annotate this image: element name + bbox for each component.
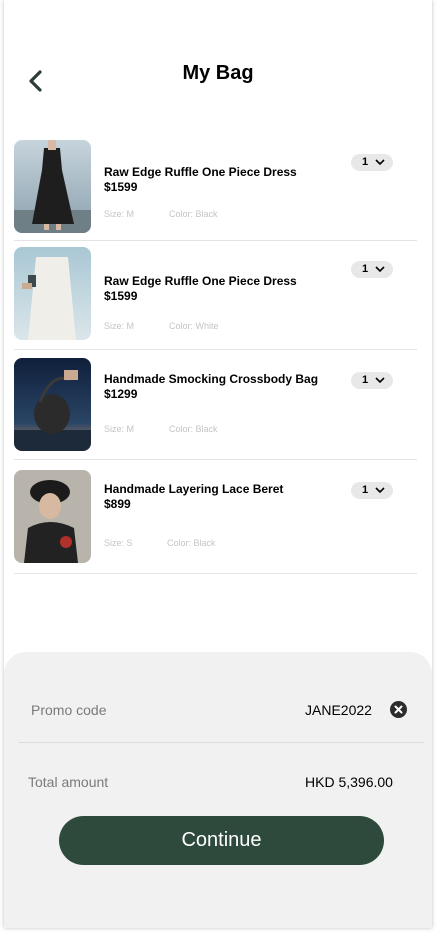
quantity-value: 1 (362, 156, 369, 168)
cart-list: Raw Edge Ruffle One Piece Dress $1599 Si… (14, 138, 417, 574)
chevron-down-icon (375, 377, 385, 384)
quantity-selector[interactable]: 1 (351, 372, 393, 389)
total-amount-label: Total amount (28, 774, 109, 790)
cart-item: Raw Edge Ruffle One Piece Dress $1599 Si… (14, 241, 417, 350)
page-title: My Bag (182, 62, 254, 84)
total-amount-value: HKD 5,396.00 (305, 774, 393, 790)
product-price: $1299 (104, 387, 138, 401)
product-color: Color: Black (167, 538, 216, 548)
product-name[interactable]: Handmade Layering Lace Beret (104, 482, 283, 496)
chevron-down-icon (375, 159, 385, 166)
app-screen: My Bag Raw Edge Ruffle One Piece Dress $… (4, 0, 432, 928)
quantity-selector[interactable]: 1 (351, 482, 393, 499)
product-image[interactable] (14, 140, 91, 233)
quantity-value: 1 (362, 263, 369, 275)
product-price: $1599 (104, 180, 138, 194)
chevron-down-icon (375, 487, 385, 494)
product-name[interactable]: Raw Edge Ruffle One Piece Dress (104, 274, 297, 288)
chevron-down-icon (375, 266, 385, 273)
promo-code-label: Promo code (31, 702, 107, 718)
product-color: Color: Black (169, 424, 218, 434)
product-size: Size: M (104, 209, 135, 219)
divider (19, 742, 424, 743)
product-color: Color: Black (169, 209, 218, 219)
product-size: Size: S (104, 538, 133, 548)
product-size: Size: M (104, 424, 135, 434)
product-price: $1599 (104, 289, 138, 303)
close-icon (394, 705, 403, 714)
product-name[interactable]: Raw Edge Ruffle One Piece Dress (104, 165, 297, 179)
product-image[interactable] (14, 470, 91, 563)
quantity-value: 1 (362, 374, 369, 386)
product-size: Size: M (104, 321, 135, 331)
cart-item: Raw Edge Ruffle One Piece Dress $1599 Si… (14, 138, 417, 241)
quantity-value: 1 (362, 484, 369, 496)
checkout-panel: Promo code JANE2022 Total amount HKD 5,3… (4, 652, 432, 928)
product-image[interactable] (14, 358, 91, 451)
clear-promo-button[interactable] (390, 701, 407, 718)
cart-item: Handmade Layering Lace Beret $899 Size: … (14, 460, 417, 574)
promo-code-value[interactable]: JANE2022 (305, 702, 372, 718)
header: My Bag (4, 0, 432, 130)
product-color: Color: White (169, 321, 219, 331)
product-price: $899 (104, 497, 131, 511)
quantity-selector[interactable]: 1 (351, 154, 393, 171)
cart-item: Handmade Smocking Crossbody Bag $1299 Si… (14, 350, 417, 460)
product-image[interactable] (14, 247, 91, 340)
quantity-selector[interactable]: 1 (351, 261, 393, 278)
continue-button[interactable]: Continue (59, 816, 384, 865)
product-name[interactable]: Handmade Smocking Crossbody Bag (104, 372, 318, 386)
